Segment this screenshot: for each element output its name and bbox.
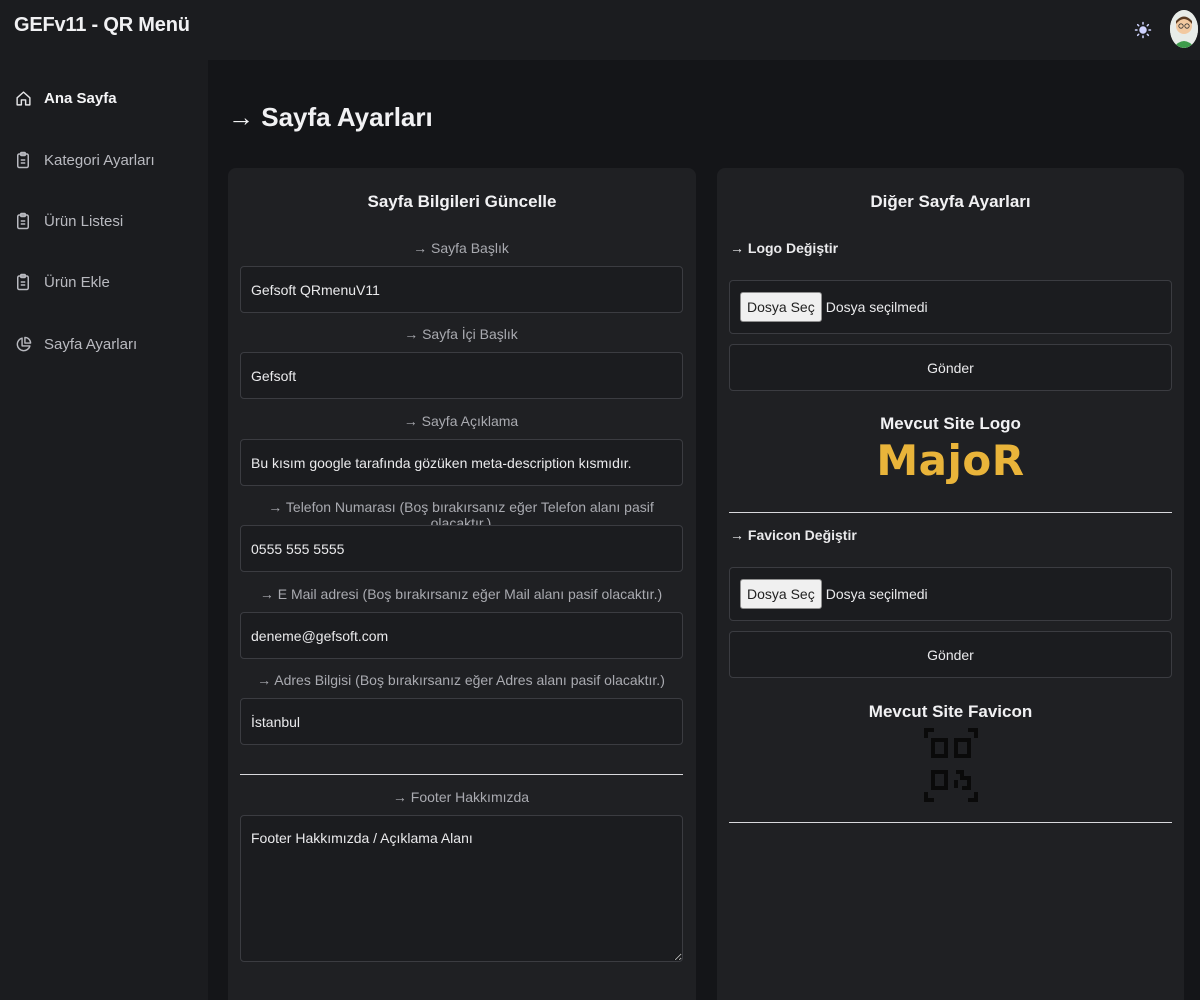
other-settings-card: Diğer Sayfa Ayarları → Logo Değiştir Dos… bbox=[717, 168, 1184, 1000]
field-label-email: → E Mail adresi (Boş bırakırsanız eğer M… bbox=[259, 586, 663, 602]
field-label-description: → Sayfa Açıklama bbox=[403, 413, 519, 429]
favicon-submit-button[interactable]: Gönder bbox=[729, 631, 1172, 678]
sidebar-item-label: Ürün Ekle bbox=[44, 273, 110, 291]
email-input[interactable] bbox=[240, 612, 683, 659]
main-content: → Sayfa Ayarları Sayfa Bilgileri Güncell… bbox=[208, 60, 1200, 1000]
field-label-page-title: → Sayfa Başlık bbox=[413, 240, 509, 256]
field-label-address: → Adres Bilgisi (Boş bırakırsanız eğer A… bbox=[257, 672, 665, 688]
favicon-change-label: → Favicon Değiştir bbox=[730, 527, 857, 543]
description-input[interactable] bbox=[240, 439, 683, 486]
sidebar-item-ana-sayfa[interactable]: Ana Sayfa bbox=[0, 78, 208, 118]
address-input[interactable] bbox=[240, 698, 683, 745]
pie-chart-icon bbox=[14, 335, 32, 353]
page-title-input[interactable] bbox=[240, 266, 683, 313]
sidebar-item-sayfa-ayarlari[interactable]: Sayfa Ayarları bbox=[0, 324, 208, 364]
divider bbox=[240, 774, 683, 775]
qr-code-icon bbox=[924, 728, 978, 802]
divider bbox=[729, 822, 1172, 823]
logo-file-input[interactable]: Dosya Seç Dosya seçilmedi bbox=[729, 280, 1172, 334]
logo-change-label: → Logo Değiştir bbox=[730, 240, 839, 256]
card-title: Diğer Sayfa Ayarları bbox=[870, 192, 1031, 211]
sidebar-item-label: Ana Sayfa bbox=[44, 89, 117, 107]
card-title: Sayfa Bilgileri Güncelle bbox=[367, 192, 557, 211]
divider bbox=[729, 512, 1172, 513]
avatar[interactable] bbox=[1170, 10, 1198, 48]
logo-choose-file-button[interactable]: Dosya Seç bbox=[740, 292, 822, 322]
sidebar-item-label: Kategori Ayarları bbox=[44, 151, 155, 169]
app-title: GEFv11 - QR Menü bbox=[14, 14, 190, 36]
clipboard-icon bbox=[14, 212, 32, 230]
home-icon bbox=[14, 89, 32, 107]
footer-about-textarea[interactable] bbox=[240, 815, 683, 962]
page-title: → Sayfa Ayarları bbox=[228, 102, 433, 132]
sidebar-item-urun-ekle[interactable]: Ürün Ekle bbox=[0, 262, 208, 302]
favicon-choose-file-button[interactable]: Dosya Seç bbox=[740, 579, 822, 609]
sidebar-item-label: Sayfa Ayarları bbox=[44, 335, 138, 353]
favicon-file-status: Dosya seçilmedi bbox=[825, 586, 928, 602]
sidebar-item-kategori-ayarlari[interactable]: Kategori Ayarları bbox=[0, 140, 208, 180]
logo-file-status: Dosya seçilmedi bbox=[825, 299, 928, 315]
current-logo-title: Mevcut Site Logo bbox=[880, 414, 1021, 433]
clipboard-icon bbox=[14, 273, 32, 291]
sun-icon[interactable] bbox=[1130, 17, 1156, 43]
phone-input[interactable] bbox=[240, 525, 683, 572]
site-logo: MajoR bbox=[876, 436, 1025, 485]
favicon-file-input[interactable]: Dosya Seç Dosya seçilmedi bbox=[729, 567, 1172, 621]
sidebar-item-label: Ürün Listesi bbox=[44, 212, 124, 230]
current-favicon-title: Mevcut Site Favicon bbox=[868, 702, 1033, 721]
logo-submit-button[interactable]: Gönder bbox=[729, 344, 1172, 391]
inner-title-input[interactable] bbox=[240, 352, 683, 399]
top-bar: GEFv11 - QR Menü bbox=[0, 0, 1200, 60]
field-label-inner-title: → Sayfa İçi Başlık bbox=[404, 326, 518, 342]
sidebar-item-urun-listesi[interactable]: Ürün Listesi bbox=[0, 201, 208, 241]
clipboard-icon bbox=[14, 151, 32, 169]
field-label-footer: → Footer Hakkımızda bbox=[392, 789, 530, 805]
sidebar: Ana Sayfa Kategori Ayarları Ürün Listesi… bbox=[0, 60, 208, 1000]
page-info-card: Sayfa Bilgileri Güncelle → Sayfa Başlık … bbox=[228, 168, 696, 1000]
